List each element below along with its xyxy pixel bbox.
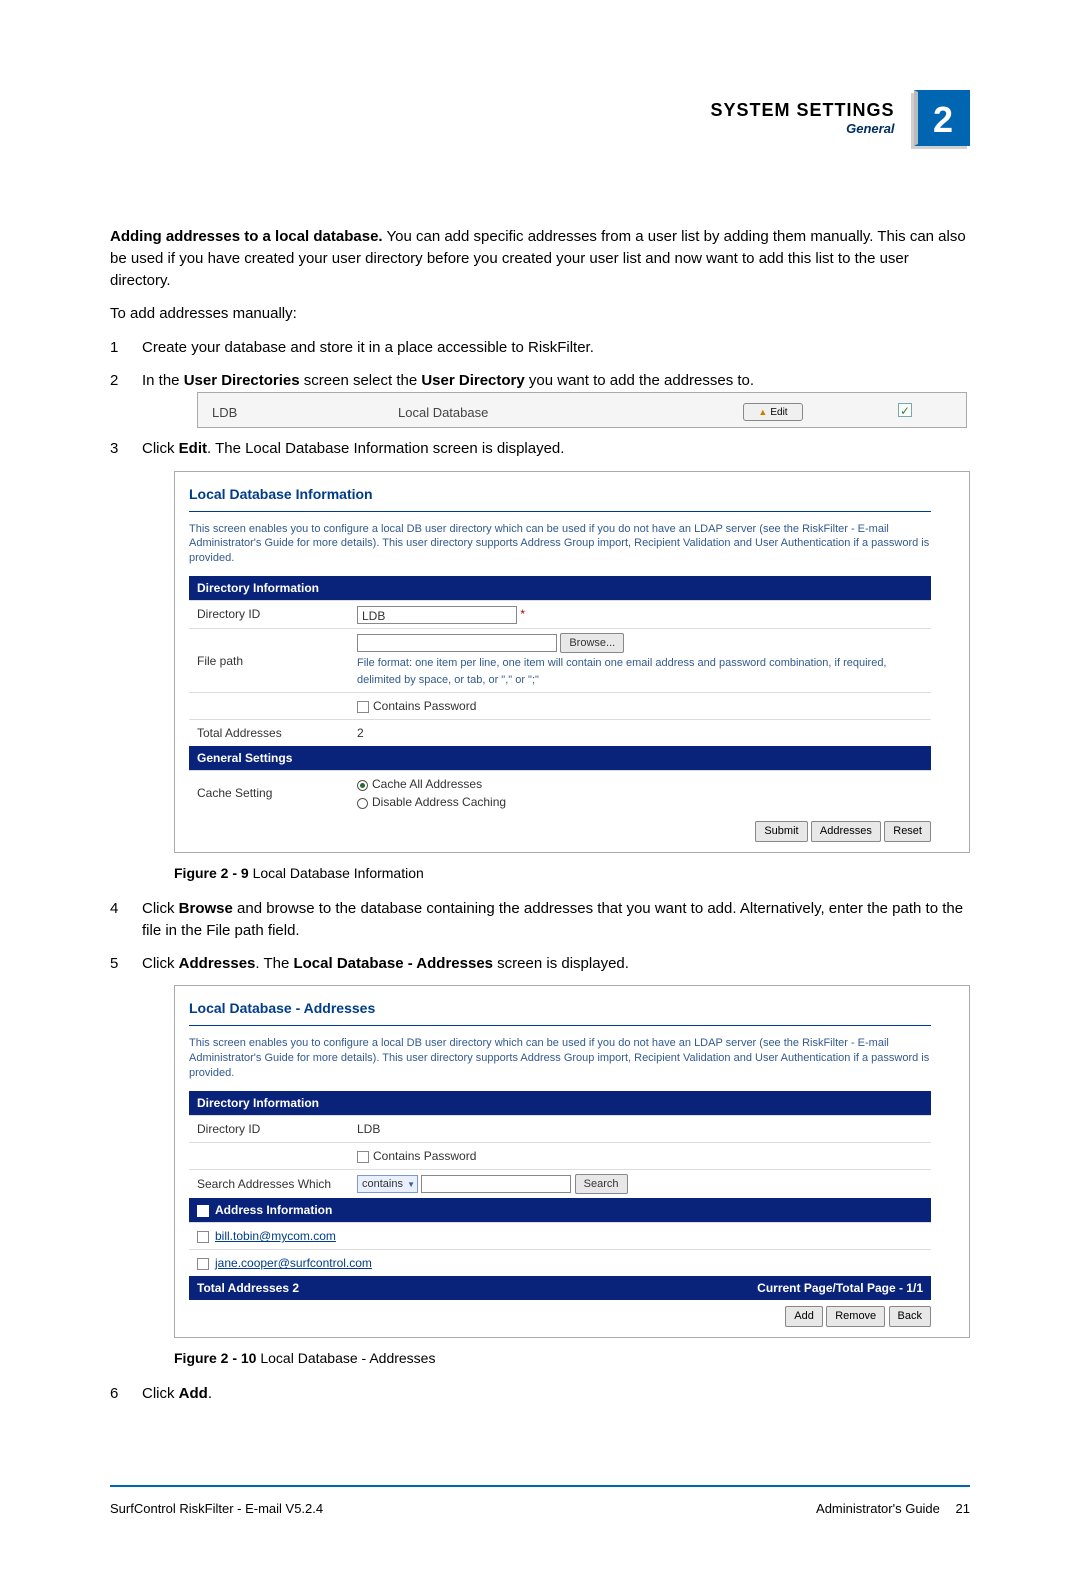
radio-cache-all[interactable] [357, 780, 368, 791]
address-link-2[interactable]: jane.cooper@surfcontrol.com [215, 1256, 372, 1270]
section-directory-information: Directory Information [189, 576, 931, 600]
add-button[interactable]: Add [785, 1306, 823, 1327]
panelB-dir-id-value: LDB [349, 1115, 931, 1142]
addresses-button[interactable]: Addresses [811, 821, 881, 842]
intro-heading: Adding addresses to a local database. [110, 228, 383, 245]
edit-button[interactable]: Edit [743, 403, 803, 421]
address-link-1[interactable]: bill.tobin@mycom.com [215, 1229, 336, 1243]
page-number: 21 [956, 1501, 970, 1516]
total-addresses-value: 2 [349, 720, 931, 747]
section-address-information: Address Information [189, 1198, 931, 1222]
panelA-title: Local Database Information [189, 484, 931, 512]
addr-checkbox-2[interactable] [197, 1258, 209, 1270]
back-button[interactable]: Back [889, 1306, 931, 1327]
section-general-settings: General Settings [189, 746, 931, 770]
chapter-header: SYSTEM SETTINGS General 2 [110, 90, 970, 146]
contains-password-label: Contains Password [373, 699, 476, 713]
page-footer: SurfControl RiskFilter - E-mail V5.2.4 A… [110, 1487, 970, 1516]
step-3: Click Edit. The Local Database Informati… [110, 438, 970, 884]
intro-lead: To add addresses manually: [110, 303, 970, 325]
footer-guide: Administrator's Guide [816, 1501, 940, 1516]
panelB-title: Local Database - Addresses [189, 998, 931, 1026]
screenshot-local-db-addresses: Local Database - Addresses This screen e… [174, 985, 970, 1338]
address-header-checkbox[interactable] [197, 1205, 209, 1217]
header-subtitle: General [711, 121, 895, 136]
panelB-dir-id-label: Directory ID [189, 1115, 349, 1142]
step-5: Click Addresses. The Local Database - Ad… [110, 953, 970, 1369]
remove-button[interactable]: Remove [826, 1306, 885, 1327]
file-path-label: File path [189, 628, 349, 693]
intro-paragraph: Adding addresses to a local database. Yo… [110, 226, 970, 291]
total-addresses-label: Total Addresses [189, 720, 349, 747]
figure-caption-10: Figure 2 - 10 Local Database - Addresses [174, 1348, 970, 1369]
figure-caption-9: Figure 2 - 9 Local Database Information [174, 863, 970, 884]
step-4: Click Browse and browse to the database … [110, 898, 970, 943]
submit-button[interactable]: Submit [755, 821, 807, 842]
screenshot-user-directory-row: LDB Local Database Edit [197, 392, 967, 428]
row-id: LDB [212, 403, 237, 423]
steps-list: Create your database and store it in a p… [110, 337, 970, 1405]
panelB-desc: This screen enables you to configure a l… [189, 1036, 931, 1081]
panelB-contains-password-checkbox[interactable] [357, 1151, 369, 1163]
addr-checkbox-1[interactable] [197, 1231, 209, 1243]
search-button[interactable]: Search [575, 1174, 628, 1195]
row-checkbox-checked[interactable] [898, 403, 912, 417]
step-1: Create your database and store it in a p… [110, 337, 970, 360]
dir-id-input[interactable]: LDB [357, 606, 517, 624]
step-6: Click Add. [110, 1383, 970, 1406]
search-input[interactable] [421, 1175, 571, 1193]
search-mode-select[interactable]: contains [357, 1175, 418, 1193]
panelB-section-di: Directory Information [189, 1091, 931, 1115]
step-2: In the User Directories screen select th… [110, 370, 970, 429]
radio-disable-cache[interactable] [357, 798, 368, 809]
browse-button[interactable]: Browse... [560, 633, 624, 654]
footer-left: SurfControl RiskFilter - E-mail V5.2.4 [110, 1501, 323, 1516]
header-title: SYSTEM SETTINGS [711, 100, 895, 121]
file-path-input[interactable] [357, 634, 557, 652]
reset-button[interactable]: Reset [884, 821, 931, 842]
file-format-hint: File format: one item per line, one item… [357, 655, 923, 688]
cache-setting-label: Cache Setting [189, 771, 349, 816]
screenshot-local-db-info: Local Database Information This screen e… [174, 471, 970, 853]
row-type: Local Database [398, 403, 488, 423]
total-addresses-bar: Total Addresses 2 Current Page/Total Pag… [189, 1276, 931, 1300]
contains-password-checkbox[interactable] [357, 701, 369, 713]
chapter-badge: 2 [914, 90, 970, 146]
dir-id-label: Directory ID [189, 601, 349, 629]
panelA-desc: This screen enables you to configure a l… [189, 522, 931, 567]
search-label: Search Addresses Which [189, 1169, 349, 1198]
